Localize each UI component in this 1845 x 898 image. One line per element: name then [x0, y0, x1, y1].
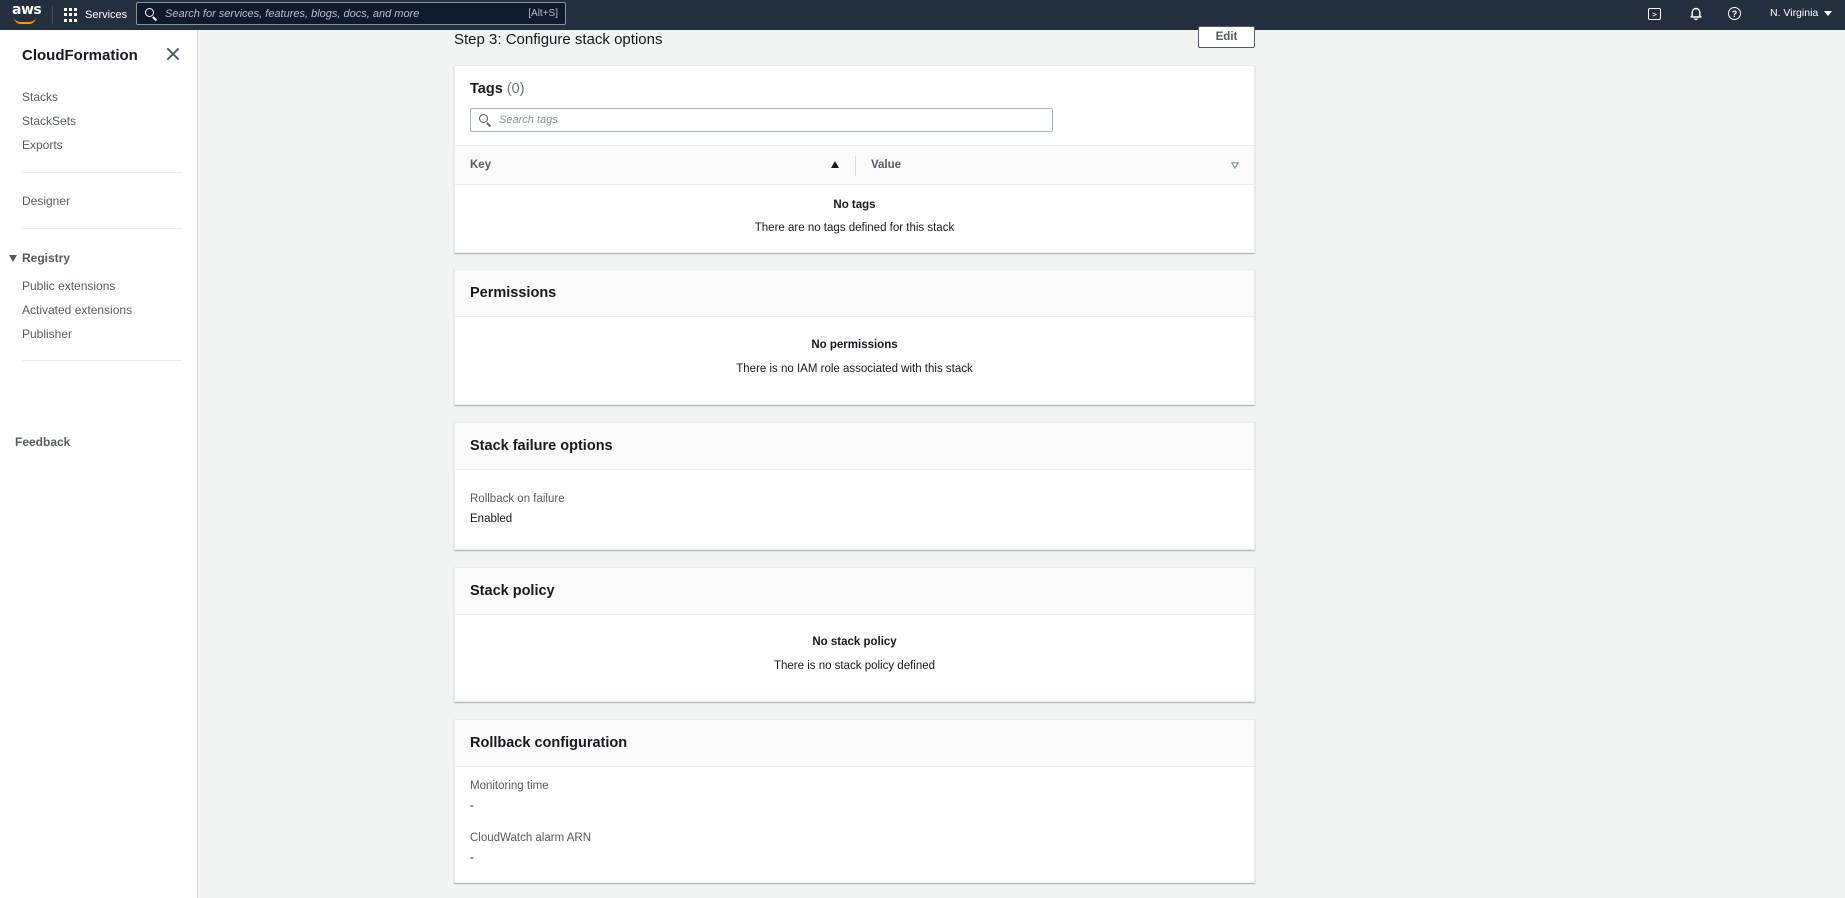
sidebar-section-registry[interactable]: Registry [9, 251, 70, 265]
sidebar-item-publisher[interactable]: Publisher [22, 327, 72, 341]
sidebar-divider [22, 228, 182, 229]
sidebar-item-public-extensions[interactable]: Public extensions [22, 279, 115, 293]
stack-policy-panel: Stack policy No stack policy There is no… [454, 567, 1255, 702]
feedback-link[interactable]: Feedback [15, 435, 70, 449]
side-navigation: CloudFormation Stacks StackSets Exports … [0, 30, 198, 898]
cloudwatch-alarm-arn-label: CloudWatch alarm ARN [470, 832, 592, 844]
global-search[interactable]: [Alt+S] [136, 2, 566, 25]
caret-down-icon [1824, 10, 1833, 16]
sidebar-title[interactable]: CloudFormation [22, 47, 138, 64]
stack-failure-options-panel: Stack failure options Rollback on failur… [454, 422, 1255, 550]
tags-search-input[interactable] [499, 114, 1039, 126]
stack-failure-title: Stack failure options [470, 438, 613, 454]
tags-title: Tags (0) [470, 81, 525, 97]
close-icon[interactable] [166, 47, 180, 61]
services-menu-button[interactable]: Services [64, 0, 127, 30]
sidebar-item-stacks[interactable]: Stacks [22, 90, 58, 104]
region-selector[interactable]: N. Virginia [1770, 0, 1833, 26]
grid-icon [64, 8, 78, 22]
rollback-configuration-title: Rollback configuration [470, 735, 628, 751]
tags-table-header: Key Value [455, 145, 1254, 185]
rollback-on-failure-label: Rollback on failure [470, 493, 565, 505]
page-title: Step 3: Configure stack options [454, 31, 663, 48]
rollback-on-failure-value: Enabled [470, 513, 513, 525]
permissions-empty-text: There is no IAM role associated with thi… [736, 363, 973, 375]
sidebar-item-activated-extensions[interactable]: Activated extensions [22, 303, 132, 317]
permissions-panel: Permissions No permissions There is no I… [454, 269, 1255, 405]
help-icon[interactable]: ? [1728, 7, 1741, 20]
rollback-configuration-panel: Rollback configuration Monitoring time -… [454, 719, 1255, 883]
sidebar-item-designer[interactable]: Designer [22, 194, 70, 208]
search-shortcut-hint: [Alt+S] [528, 8, 558, 19]
aws-smile-icon [14, 17, 36, 24]
tags-count: (0) [506, 81, 525, 97]
column-header-value[interactable]: Value [871, 159, 901, 171]
stack-policy-empty-title: No stack policy [812, 636, 897, 648]
tags-search[interactable] [470, 108, 1053, 132]
nav-divider [52, 6, 53, 24]
edit-button[interactable]: Edit [1198, 26, 1255, 48]
sidebar-divider [22, 172, 182, 173]
tags-empty-title: No tags [833, 199, 876, 211]
cloudshell-icon[interactable]: > [1648, 8, 1661, 20]
aws-logo-text: aws [12, 2, 42, 18]
sidebar-item-stacksets[interactable]: StackSets [22, 114, 76, 128]
sidebar-item-exports[interactable]: Exports [22, 138, 63, 152]
stack-policy-empty-text: There is no stack policy defined [773, 660, 936, 672]
top-navigation: aws Services [Alt+S] > ? N. Virginia [0, 0, 1845, 30]
services-label: Services [85, 9, 128, 21]
monitoring-time-value: - [470, 800, 474, 812]
column-header-key[interactable]: Key [470, 159, 491, 171]
monitoring-time-label: Monitoring time [470, 780, 549, 792]
permissions-title: Permissions [470, 285, 557, 301]
caret-down-icon [9, 254, 17, 262]
search-icon [145, 7, 157, 20]
column-divider [855, 156, 856, 176]
aws-logo[interactable]: aws [12, 3, 42, 25]
sort-descending-icon[interactable] [1231, 162, 1239, 169]
tags-panel: Tags (0) Key Value No tags There are no … [454, 65, 1255, 253]
cloudwatch-alarm-arn-value: - [470, 852, 474, 864]
sidebar-section-label: Registry [22, 251, 71, 265]
stack-policy-header [455, 568, 1254, 615]
tags-empty-text: There are no tags defined for this stack [754, 222, 955, 234]
permissions-empty-title: No permissions [811, 339, 898, 351]
global-search-input[interactable] [165, 7, 505, 20]
permissions-header [455, 270, 1254, 317]
tags-title-text: Tags [470, 81, 503, 97]
stack-policy-title: Stack policy [470, 583, 555, 599]
region-label: N. Virginia [1770, 7, 1819, 19]
notifications-bell-icon[interactable] [1688, 6, 1704, 22]
sidebar-divider [22, 360, 182, 361]
sort-ascending-icon[interactable] [831, 161, 839, 168]
search-icon [479, 114, 491, 126]
